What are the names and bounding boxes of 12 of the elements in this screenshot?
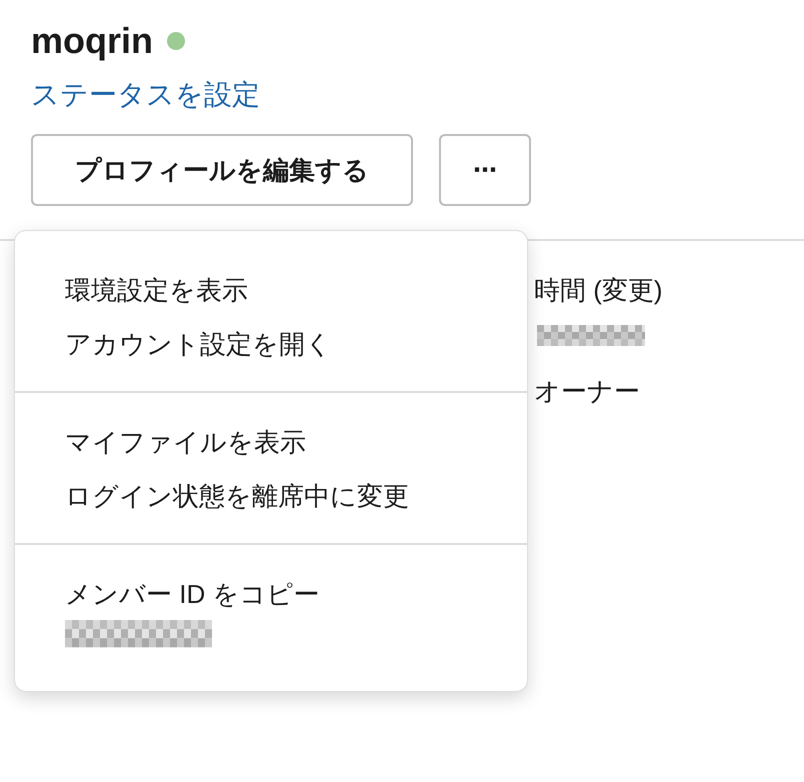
menu-item[interactable]: 環境設定を表示 xyxy=(15,263,527,317)
menu-item-label: メンバー ID をコピー xyxy=(65,578,320,611)
more-button[interactable]: ⋯ xyxy=(439,134,531,206)
edit-profile-button[interactable]: プロフィールを編集する xyxy=(31,134,413,206)
menu-item[interactable]: ログイン状態を離席中に変更 xyxy=(15,469,527,523)
user-name: moqrin xyxy=(31,20,153,62)
menu-item[interactable]: アカウント設定を開く xyxy=(15,317,527,371)
set-status-link[interactable]: ステータスを設定 xyxy=(31,76,260,114)
profile-detail: オーナー xyxy=(534,376,640,408)
copy-member-id-item[interactable]: メンバー ID をコピー xyxy=(15,567,527,657)
menu-item[interactable]: マイファイルを表示 xyxy=(15,415,527,469)
profile-detail: 時間 (変更) xyxy=(534,275,663,307)
